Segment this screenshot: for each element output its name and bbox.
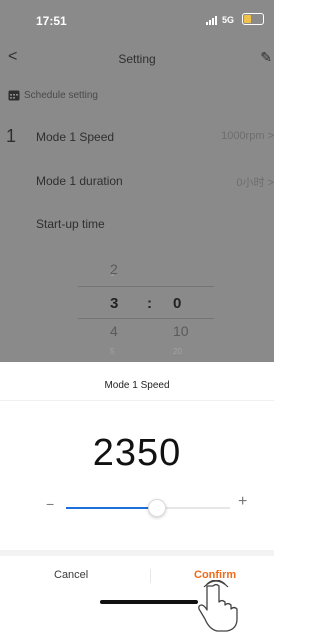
increase-button[interactable]: + [238,493,247,511]
speed-slider[interactable] [66,499,230,517]
slider-thumb[interactable] [148,499,167,517]
decrease-button[interactable]: − [46,496,54,512]
row-value: 0小时 > [236,177,274,189]
calendar-icon [8,90,20,101]
sheet-title: Mode 1 Speed [104,380,170,391]
network-type: 5G [221,15,234,25]
tap-hand-icon [198,580,238,632]
row-label: Start-up time [36,217,105,231]
speed-value: 2350 [92,432,182,474]
home-indicator [100,600,198,604]
battery-icon [242,13,264,25]
background-screen: 17:51 5G < Setting ✎ Schedule setting 1 … [0,0,274,362]
page-title: Setting [118,52,156,66]
picker-selection-top [78,286,214,287]
divider [150,569,151,583]
signal-indicator: 5G [205,15,234,25]
row-label: Mode 1 Speed [36,130,115,144]
mode-number: 1 [6,126,17,146]
status-bar: 17:51 5G [0,0,274,40]
schedule-setting-header: Schedule setting [8,89,98,101]
schedule-setting-label: Schedule setting [24,89,98,101]
picker-selection-bottom [78,318,214,319]
divider [0,400,274,401]
row-value: 1000rpm > [221,130,274,142]
chevron-right-icon: > [267,177,274,189]
nav-bar: < Setting ✎ [0,46,274,72]
status-time: 17:51 [36,14,67,28]
row-label: Mode 1 duration [36,174,123,188]
signal-bars-icon [205,16,217,25]
chevron-right-icon: > [267,130,274,142]
cancel-button[interactable]: Cancel [54,569,88,581]
edit-icon[interactable]: ✎ [260,49,272,66]
slider-fill [66,507,157,509]
divider-band [0,550,274,556]
